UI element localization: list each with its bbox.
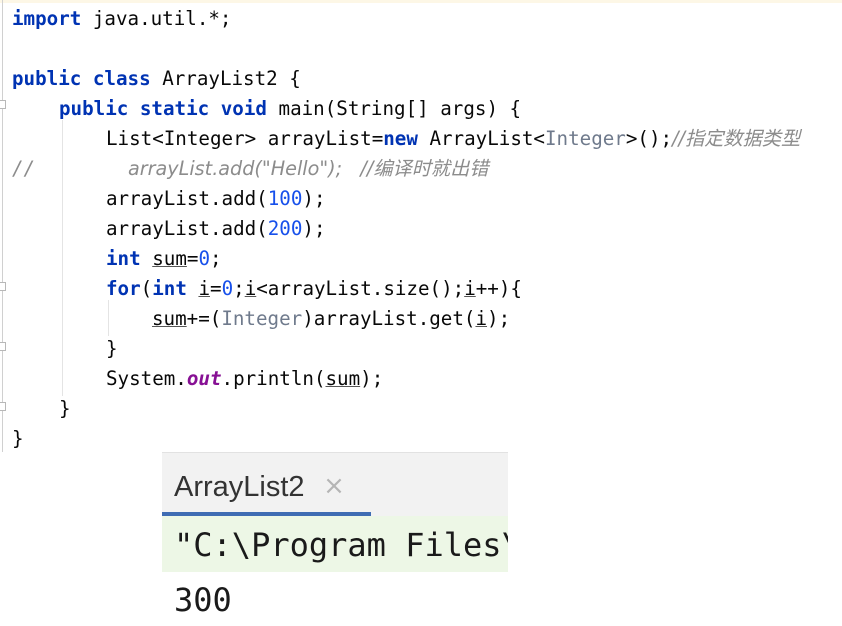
code-line-14[interactable]: }	[59, 394, 71, 424]
code-comment: //指定数据类型	[672, 127, 801, 150]
code-line-1[interactable]: import java.util.*;	[12, 4, 232, 34]
code-line-6-comment[interactable]: //	[12, 154, 35, 184]
run-tab-label: ArrayList2	[174, 471, 305, 503]
run-tool-window: ArrayList2 × "C:\Program Files\Java\jdk\…	[162, 452, 508, 626]
fold-marker-icon[interactable]	[0, 402, 6, 411]
run-tab-arraylist2[interactable]: ArrayList2 ×	[162, 453, 371, 517]
code-line-7[interactable]: arrayList.add(100);	[106, 184, 326, 214]
run-command-text: "C:\Program Files\Java\jdk\bin\java.exe"	[174, 526, 508, 564]
code-line-5[interactable]: List<Integer> arrayList=new ArrayList<In…	[106, 124, 800, 154]
code-line-11[interactable]: sum+=(Integer)arrayList.get(i);	[152, 304, 510, 334]
indent-guide	[108, 300, 109, 336]
keyword-import: import	[12, 7, 82, 30]
code-line-10[interactable]: for(int i=0;i<arrayList.size();i++){	[106, 274, 522, 304]
code-editor[interactable]: import java.util.*; public class ArrayLi…	[0, 0, 842, 452]
code-line-6-body[interactable]: arrayList.add("Hello"); //编译时就出错	[128, 154, 488, 184]
code-line-8[interactable]: arrayList.add(200);	[106, 214, 326, 244]
code-line-4[interactable]: public static void main(String[] args) {	[59, 94, 521, 124]
console-output: 300	[174, 581, 232, 619]
fold-marker-icon[interactable]	[0, 342, 6, 351]
code-line-9[interactable]: int sum=0;	[106, 244, 222, 274]
code-line-3[interactable]: public class ArrayList2 {	[12, 64, 301, 94]
run-command-line: "C:\Program Files\Java\jdk\bin\java.exe"	[162, 516, 508, 572]
close-icon[interactable]: ×	[322, 471, 346, 501]
code-line-15[interactable]: }	[12, 424, 24, 454]
run-tab-bar: ArrayList2 ×	[162, 452, 508, 517]
code-line-13[interactable]: System.out.println(sum);	[106, 364, 383, 394]
gutter-border	[2, 0, 3, 452]
fold-marker-icon[interactable]	[0, 100, 6, 109]
code-line-12[interactable]: }	[106, 334, 118, 364]
indent-guide	[62, 120, 63, 396]
fold-marker-icon[interactable]	[0, 282, 6, 291]
current-line-highlight	[0, 0, 842, 3]
